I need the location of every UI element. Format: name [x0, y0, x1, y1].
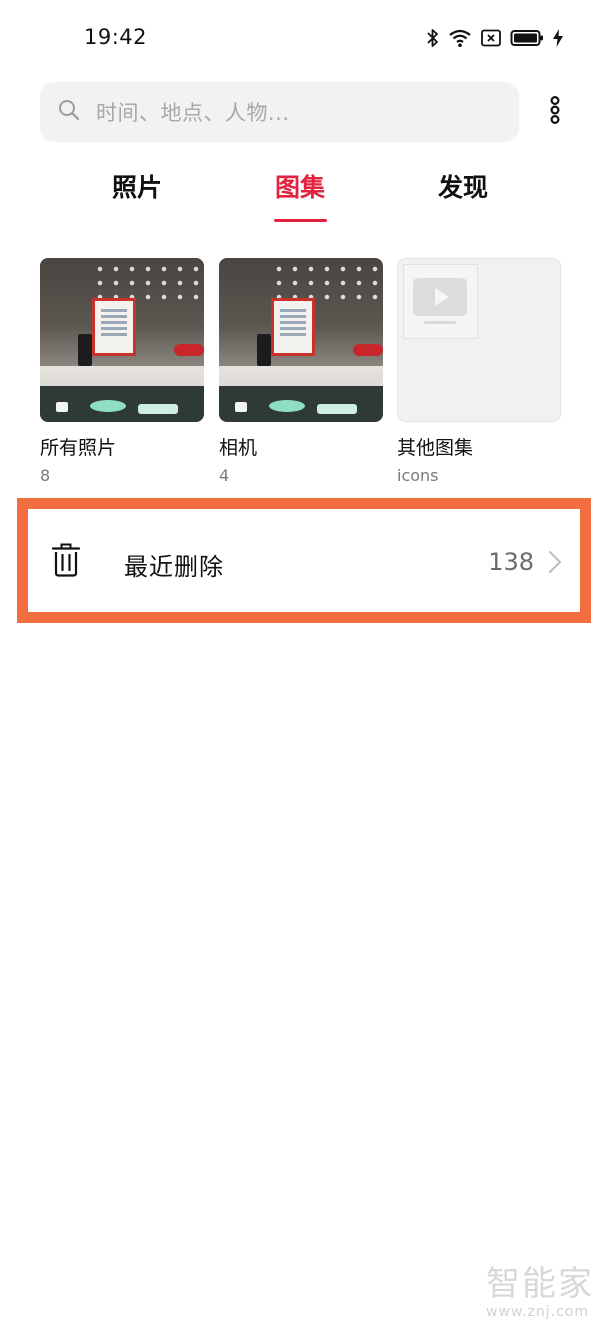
- album-grid: 所有照片 8 相机 4 其他图集 icons: [40, 258, 564, 488]
- tab-photos[interactable]: 照片: [112, 168, 162, 204]
- album-count: 8: [40, 466, 51, 485]
- video-play-icon: [412, 277, 470, 331]
- album-name: 所有照片: [40, 437, 117, 459]
- album-thumbnail: [397, 258, 561, 422]
- search-icon: [58, 99, 80, 125]
- wifi-icon: [448, 28, 472, 48]
- more-vertical-icon: [549, 95, 561, 128]
- watermark-url: www.znj.com: [486, 1304, 589, 1320]
- status-time: 19:42: [84, 25, 148, 49]
- recently-deleted-count: 138: [488, 548, 534, 576]
- album-name: 其他图集: [397, 437, 474, 459]
- recently-deleted-label: 最近删除: [124, 553, 224, 581]
- album-count: 4: [219, 466, 230, 485]
- tab-discover[interactable]: 发现: [438, 168, 488, 204]
- battery-icon: [510, 28, 544, 48]
- recently-deleted-highlight: 最近删除 138: [17, 498, 591, 623]
- chevron-right-icon: [548, 550, 562, 578]
- album-all-photos[interactable]: 所有照片 8: [40, 258, 204, 486]
- search-input[interactable]: 时间、地点、人物...: [40, 82, 519, 142]
- watermark: 智能家 www.znj.com: [486, 1264, 596, 1324]
- watermark-logo: 智能家: [486, 1264, 594, 1304]
- more-options-button[interactable]: [540, 94, 570, 130]
- charging-icon: [552, 28, 564, 48]
- tab-bar: 照片 图集 发现: [0, 160, 600, 230]
- album-name: 相机: [219, 437, 258, 459]
- album-other[interactable]: 其他图集 icons: [397, 258, 561, 486]
- recently-deleted-row[interactable]: 最近删除 138: [28, 509, 580, 612]
- sim-disabled-icon: [480, 28, 502, 48]
- status-bar: 19:42: [0, 0, 600, 76]
- album-camera[interactable]: 相机 4: [219, 258, 383, 486]
- album-thumbnail: [40, 258, 204, 422]
- search-placeholder: 时间、地点、人物...: [96, 101, 290, 125]
- trash-icon: [51, 543, 81, 581]
- tab-albums[interactable]: 图集: [275, 168, 325, 204]
- album-thumbnail: [219, 258, 383, 422]
- album-count: icons: [397, 466, 439, 485]
- tab-indicator: [274, 219, 327, 222]
- bluetooth-icon: [426, 28, 440, 48]
- status-icons: [426, 24, 564, 52]
